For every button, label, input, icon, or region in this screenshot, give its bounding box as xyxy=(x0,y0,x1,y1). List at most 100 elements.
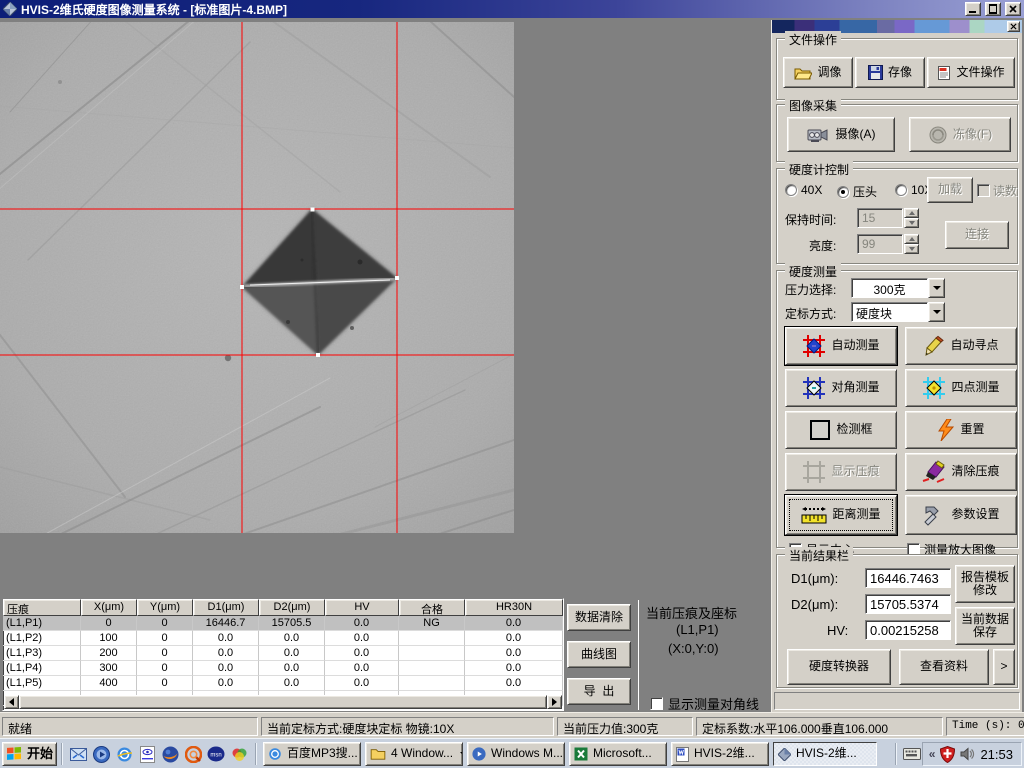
fourpoint-measure-button[interactable]: 四点测量 xyxy=(905,369,1017,407)
capture-button[interactable]: 摄像(A) xyxy=(787,117,895,152)
brightness-value: 99 xyxy=(862,237,875,251)
quicktime-icon[interactable] xyxy=(183,744,203,764)
show-indent-button[interactable]: 显示压痕 xyxy=(785,453,897,491)
radio-40x[interactable]: 40X xyxy=(785,183,822,197)
control-panel: 文件操作 调像 存像 xyxy=(771,20,1022,712)
more-button[interactable]: > xyxy=(993,649,1015,685)
freeze-button[interactable]: 冻像(F) xyxy=(909,117,1011,152)
view-doc-button[interactable]: 查看资料 xyxy=(899,649,989,685)
restore-button[interactable] xyxy=(985,2,1001,16)
close-button[interactable] xyxy=(1005,2,1021,16)
task-baidu-mp3[interactable]: 百度MP3搜... xyxy=(263,742,361,766)
start-button[interactable]: 开始 xyxy=(2,742,57,766)
param-settings-button[interactable]: 参数设置 xyxy=(905,495,1017,535)
connect-label: 连接 xyxy=(965,228,989,241)
table-row[interactable]: (L1,P3)20000.00.00.00.0 xyxy=(3,646,563,661)
clear-data-button[interactable]: 数据清除 xyxy=(567,604,631,631)
curve-chart-button[interactable]: 曲线图 xyxy=(567,641,631,668)
volume-icon[interactable] xyxy=(960,747,975,761)
msn-icon[interactable]: msn xyxy=(206,744,226,764)
table-hscrollbar[interactable] xyxy=(4,695,562,709)
cell: 0 xyxy=(137,661,193,676)
hold-time-spinner[interactable] xyxy=(904,208,919,228)
d2-label: D2(μm): xyxy=(791,597,838,612)
scroll-left-icon[interactable] xyxy=(4,695,19,709)
spin-down-icon[interactable] xyxy=(904,244,919,254)
load-image-button[interactable]: 调像 xyxy=(783,57,853,88)
auto-measure-button[interactable]: 自动测量 xyxy=(785,327,897,365)
scroll-thumb[interactable] xyxy=(19,695,547,709)
show-indent-label: 显示压痕 xyxy=(831,465,879,478)
security-shield-icon[interactable] xyxy=(940,746,955,763)
windows-logo-icon xyxy=(6,747,22,761)
table-row[interactable]: (L1,P1)0016446.715705.50.0NG0.0 xyxy=(3,616,563,631)
outlook-icon[interactable] xyxy=(68,744,88,764)
radio-indenter[interactable]: 压头 xyxy=(837,183,877,200)
spin-down-icon[interactable] xyxy=(904,218,919,228)
hold-time-field[interactable]: 15 xyxy=(857,208,903,228)
cell: (L1,P1) xyxy=(3,616,81,631)
specimen-image[interactable] xyxy=(0,22,514,533)
task-hvis-active[interactable]: HVIS-2维... xyxy=(773,742,877,766)
radio-indenter-circle xyxy=(837,186,849,198)
panel-close-button[interactable] xyxy=(1007,21,1020,32)
reset-button[interactable]: 重置 xyxy=(905,411,1017,449)
task-excel[interactable]: Microsoft... xyxy=(569,742,667,766)
internet-explorer-icon[interactable] xyxy=(114,744,134,764)
spin-up-icon[interactable] xyxy=(904,208,919,218)
col-header: HR30N xyxy=(465,599,563,616)
table-row[interactable]: (L1,P2)10000.00.00.00.0 xyxy=(3,631,563,646)
clear-indent-button[interactable]: 清除压痕 xyxy=(905,453,1017,491)
table-row[interactable]: (L1,P5)40000.00.00.00.0 xyxy=(3,676,563,691)
color-app-icon[interactable] xyxy=(229,744,249,764)
show-diagonal-checkbox[interactable]: 显示测量对角线 xyxy=(650,694,759,713)
export-button[interactable]: 导 出 xyxy=(567,678,631,705)
results-table[interactable]: 压痕 X(μm) Y(μm) D1(μm) D2(μm) HV 合格 HR30N… xyxy=(2,598,564,711)
diagonal-measure-button[interactable]: 对角测量 xyxy=(785,369,897,407)
task-windows-media[interactable]: Windows M... xyxy=(467,742,565,766)
eye-app-icon[interactable] xyxy=(137,744,157,764)
show-diagonal-box xyxy=(650,697,663,710)
internet-explorer-icon xyxy=(268,747,282,761)
task-windows-group[interactable]: 4 Window... xyxy=(365,742,463,766)
task-word[interactable]: HVIS-2维... xyxy=(671,742,769,766)
load-force-button[interactable]: 加载 xyxy=(927,177,973,203)
distance-measure-button[interactable]: 距离测量 xyxy=(785,495,897,535)
export-label: 导 出 xyxy=(584,685,615,698)
dropdown-arrow-icon[interactable] xyxy=(928,302,945,322)
tray-collapse-icon[interactable]: « xyxy=(929,747,936,761)
radio-10x-circle xyxy=(895,184,907,196)
cell: 0.0 xyxy=(259,646,325,661)
cell: 0.0 xyxy=(259,631,325,646)
hv-field[interactable]: 0.00215258 xyxy=(865,620,951,640)
table-row[interactable]: (L1,P4)30000.00.00.00.0 xyxy=(3,661,563,676)
browser-sphere-icon[interactable] xyxy=(160,744,180,764)
detect-frame-button[interactable]: 检测框 xyxy=(785,411,897,449)
save-image-button[interactable]: 存像 xyxy=(855,57,925,88)
task-label: HVIS-2维... xyxy=(796,747,857,760)
pencil-icon xyxy=(923,335,945,357)
file-op-button[interactable]: 文件操作 xyxy=(927,57,1015,88)
scroll-right-icon[interactable] xyxy=(547,695,562,709)
capture-group-title: 图像采集 xyxy=(785,97,841,114)
calib-select[interactable]: 硬度块 xyxy=(851,302,945,322)
connect-button[interactable]: 连接 xyxy=(945,221,1009,249)
force-select[interactable]: 300克 xyxy=(851,278,945,298)
dropdown-arrow-icon[interactable] xyxy=(928,278,945,298)
hardness-converter-button[interactable]: 硬度转换器 xyxy=(787,649,891,685)
report-template-button[interactable]: 报告模板 修改 xyxy=(955,565,1015,603)
brightness-field[interactable]: 99 xyxy=(857,234,903,254)
brightness-spinner[interactable] xyxy=(904,234,919,254)
keyboard-layout-icon[interactable] xyxy=(902,744,922,764)
d1-label: D1(μm): xyxy=(791,571,838,586)
d2-field[interactable]: 15705.5374 xyxy=(865,594,951,614)
d1-field[interactable]: 16446.7463 xyxy=(865,568,951,588)
more-label: > xyxy=(1000,660,1007,673)
result-group: 当前结果栏 D1(μm): 16446.7463 D2(μm): 15705.5… xyxy=(776,554,1018,688)
minimize-button[interactable] xyxy=(965,2,981,16)
auto-findpoint-button[interactable]: 自动寻点 xyxy=(905,327,1017,365)
read-checkbox[interactable]: 读数 xyxy=(977,182,1017,199)
media-player-icon[interactable] xyxy=(91,744,111,764)
spin-up-icon[interactable] xyxy=(904,234,919,244)
save-data-button[interactable]: 当前数据 保存 xyxy=(955,607,1015,645)
